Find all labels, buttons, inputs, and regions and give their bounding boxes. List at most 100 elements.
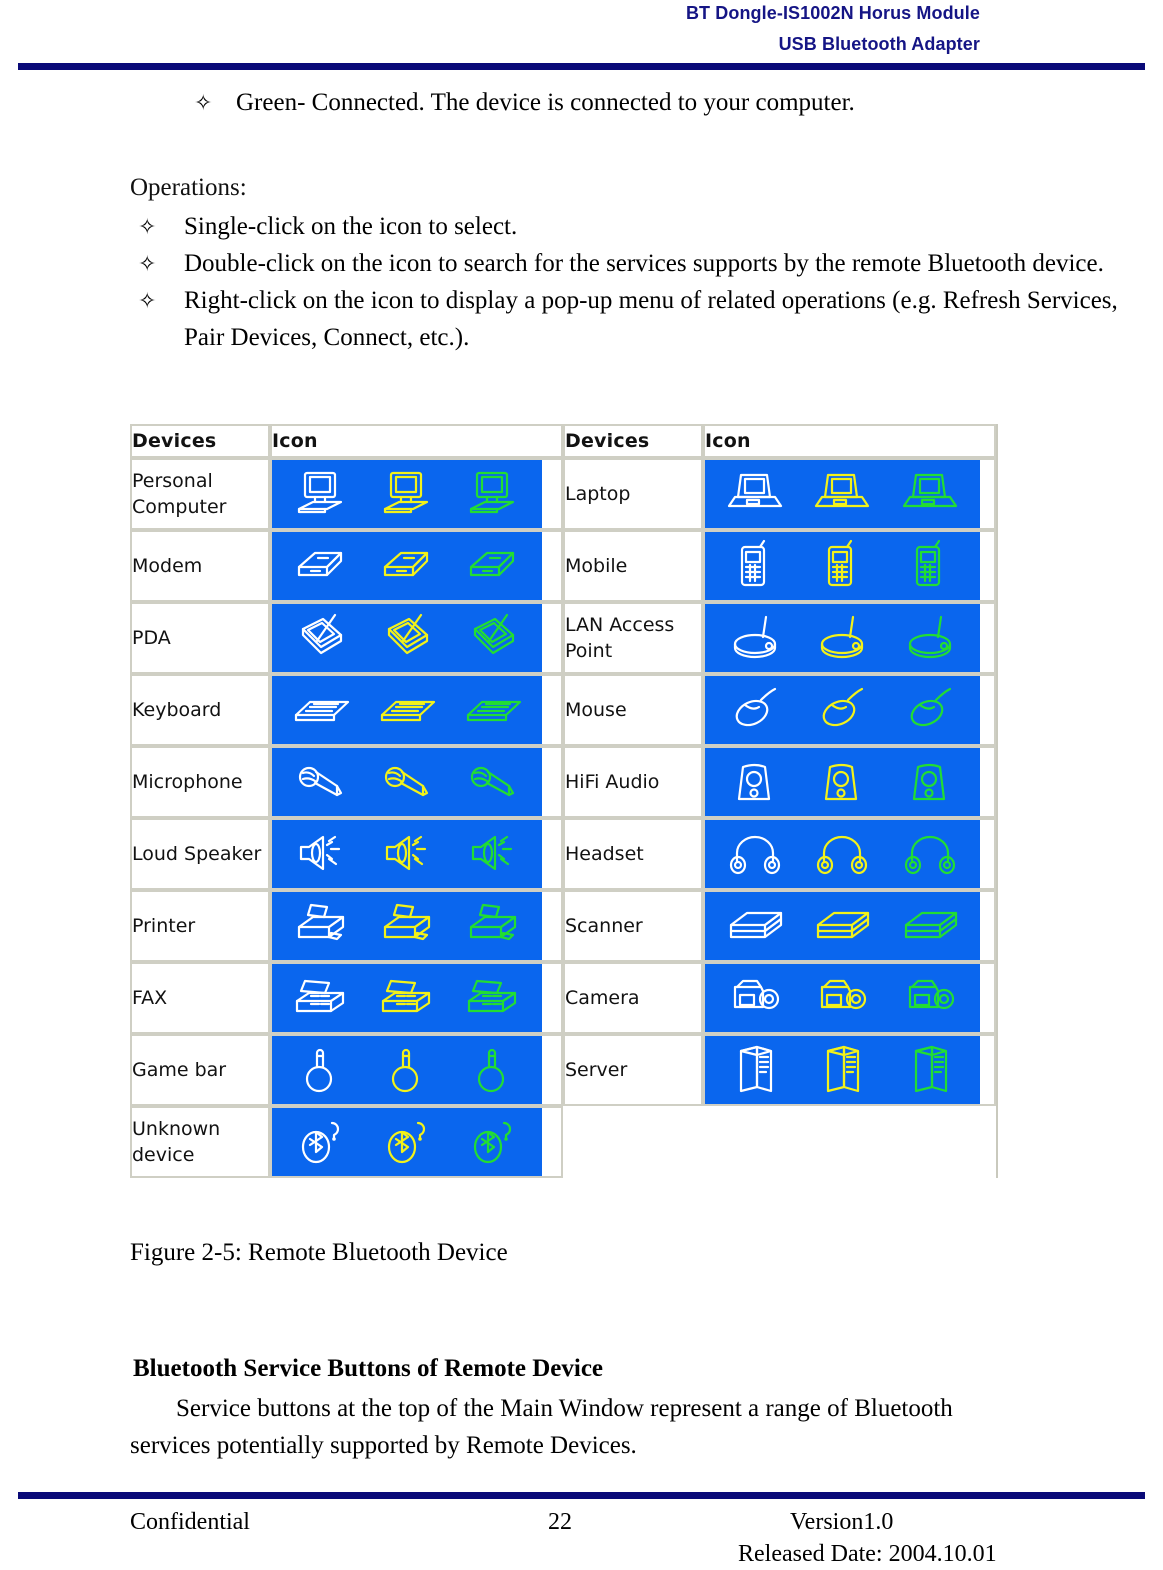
- camera-icon: [900, 971, 960, 1025]
- page-footer: Confidential 22 Version1.0 Released Date…: [0, 1502, 1163, 1567]
- footer-page-number: 22: [548, 1509, 572, 1535]
- device-name-cell: Scanner: [563, 890, 703, 962]
- column-header-devices: Devices: [563, 424, 703, 458]
- table-row: Unknown device: [130, 1106, 996, 1178]
- camera-icon: [812, 971, 872, 1025]
- keyboard-icon: [377, 683, 437, 737]
- table-header-row: Devices Icon Devices Icon: [130, 424, 996, 458]
- device-icon-cell: [703, 890, 996, 962]
- hifi-audio-icon: [725, 755, 785, 809]
- headset-icon: [725, 827, 785, 881]
- icon-band: [272, 964, 542, 1032]
- icon-band: [705, 460, 980, 528]
- table-row: Microphone HiFi Audio: [130, 746, 996, 818]
- bullet-green-connected: ✧ Green- Connected. The device is connec…: [194, 84, 1163, 121]
- device-icon-cell: [270, 746, 563, 818]
- icon-band: [272, 892, 542, 960]
- device-icon-cell: [703, 818, 996, 890]
- device-name-cell: Loud Speaker: [130, 818, 270, 890]
- keyboard-icon: [291, 683, 351, 737]
- mobile-phone-icon: [900, 539, 960, 593]
- empty-cell: [563, 1106, 703, 1178]
- device-icon-cell: [270, 1106, 563, 1178]
- modem-icon: [377, 539, 437, 593]
- pda-icon: [463, 611, 523, 665]
- device-icon-cell: [270, 602, 563, 674]
- footer-version-label: Version1.0: [790, 1509, 894, 1535]
- device-name-cell: Keyboard: [130, 674, 270, 746]
- footer-confidential-label: Confidential: [130, 1509, 250, 1535]
- header-title-line-2: USB Bluetooth Adapter: [778, 34, 980, 54]
- column-header-devices: Devices: [130, 424, 270, 458]
- icon-band: [705, 820, 980, 888]
- unknown-device-icon: [463, 1115, 523, 1169]
- microphone-icon: [291, 755, 351, 809]
- icon-band: [705, 748, 980, 816]
- header-divider-rule: [18, 63, 1145, 70]
- lan-access-point-icon: [812, 611, 872, 665]
- bullet-green-connected-text: Green- Connected. The device is connecte…: [236, 89, 855, 116]
- device-name-cell: Mouse: [563, 674, 703, 746]
- section-paragraph-line-2: services potentially supported by Remote…: [130, 1432, 637, 1459]
- diamond-bullet-icon: ✧: [138, 214, 157, 239]
- headset-icon: [812, 827, 872, 881]
- mobile-phone-icon: [812, 539, 872, 593]
- unknown-device-icon: [377, 1115, 437, 1169]
- hifi-audio-icon: [900, 755, 960, 809]
- pda-icon: [291, 611, 351, 665]
- device-name-cell: Modem: [130, 530, 270, 602]
- operations-label: Operations:: [130, 174, 247, 201]
- game-bar-icon: [463, 1043, 523, 1097]
- game-bar-icon: [291, 1043, 351, 1097]
- device-name-cell: Printer: [130, 890, 270, 962]
- icon-band: [272, 1036, 542, 1104]
- device-name-cell: Server: [563, 1034, 703, 1106]
- device-name-cell: Personal Computer: [130, 458, 270, 530]
- icon-band: [705, 604, 980, 672]
- device-icon-cell: [270, 674, 563, 746]
- footer-divider-rule: [18, 1492, 1145, 1499]
- empty-cell: [703, 1106, 996, 1178]
- device-name-cell: LAN Access Point: [563, 602, 703, 674]
- device-icon-cell: [270, 1034, 563, 1106]
- printer-icon: [291, 899, 351, 953]
- column-header-icon: Icon: [270, 424, 563, 458]
- icon-band: [272, 1108, 542, 1176]
- device-name-cell: Game bar: [130, 1034, 270, 1106]
- table-row: Personal Computer Laptop: [130, 458, 996, 530]
- device-icon-cell: [270, 458, 563, 530]
- table-row: FAX Camera: [130, 962, 996, 1034]
- server-icon: [725, 1043, 785, 1097]
- device-icon-cell: [703, 530, 996, 602]
- device-name-cell: Headset: [563, 818, 703, 890]
- page-header: BT Dongle-IS1002N Horus Module USB Bluet…: [0, 0, 1163, 55]
- device-name-cell: Microphone: [130, 746, 270, 818]
- figure-caption: Figure 2-5: Remote Bluetooth Device: [130, 1239, 508, 1266]
- modem-icon: [463, 539, 523, 593]
- device-icon-cell: [703, 674, 996, 746]
- loud-speaker-icon: [377, 827, 437, 881]
- device-icon-cell: [703, 602, 996, 674]
- desktop-computer-icon: [463, 467, 523, 521]
- operations-list: ✧ Single-click on the icon to select. ✧ …: [138, 208, 1163, 356]
- desktop-computer-icon: [377, 467, 437, 521]
- operation-text: Double-click on the icon to search for t…: [184, 250, 1104, 277]
- icon-band: [272, 460, 542, 528]
- scanner-icon: [725, 899, 785, 953]
- section-paragraph: Service buttons at the top of the Main W…: [130, 1390, 1010, 1464]
- icon-band: [705, 532, 980, 600]
- laptop-icon: [725, 467, 785, 521]
- table-row: Game bar Server: [130, 1034, 996, 1106]
- list-item: ✧ Right-click on the icon to display a p…: [138, 282, 1163, 356]
- laptop-icon: [900, 467, 960, 521]
- headset-icon: [900, 827, 960, 881]
- column-header-icon: Icon: [703, 424, 996, 458]
- mobile-phone-icon: [725, 539, 785, 593]
- device-name-cell: Unknown device: [130, 1106, 270, 1178]
- mouse-icon: [725, 683, 785, 737]
- remote-bluetooth-device-table: Devices Icon Devices Icon Personal Computer L…: [130, 424, 998, 1178]
- icon-band: [705, 1036, 980, 1104]
- operation-text: Right-click on the icon to display a pop…: [184, 287, 1118, 351]
- device-icon-cell: [270, 890, 563, 962]
- diamond-bullet-icon: ✧: [194, 90, 213, 115]
